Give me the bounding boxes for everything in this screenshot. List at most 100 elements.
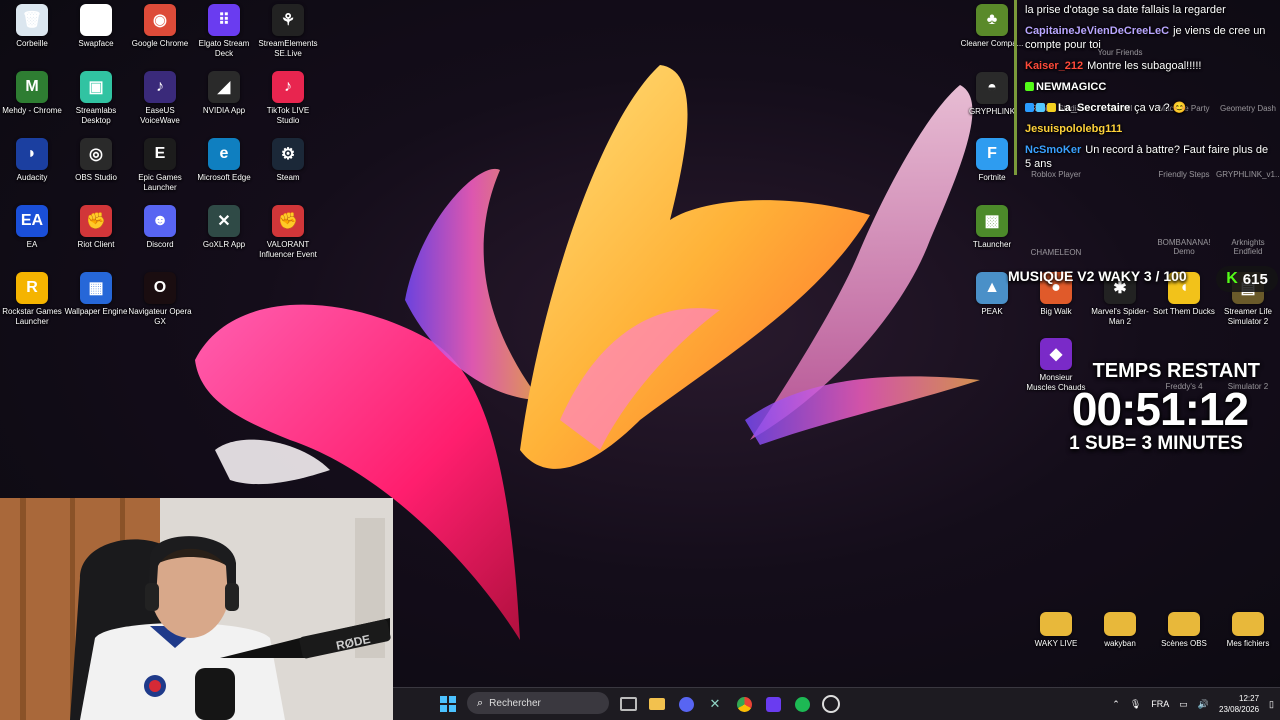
nvidia-icon: ◢ bbox=[208, 71, 240, 103]
desktop-icon[interactable]: ◉ Google Chrome bbox=[128, 4, 192, 49]
chat-message: Jesuispololebg111 bbox=[1014, 119, 1280, 140]
desktop-icon-label: Navigateur Opera GX bbox=[128, 307, 192, 326]
desktop-icon-label: GoXLR App bbox=[202, 240, 246, 249]
desktop-icon[interactable]: O Navigateur Opera GX bbox=[128, 272, 192, 327]
desktop-icon[interactable]: ☻ Discord bbox=[128, 205, 192, 250]
desktop-icon-label: Rockstar Games Launcher bbox=[2, 307, 62, 326]
desktop-icon-label: Corbeille bbox=[16, 39, 48, 48]
desktop-icon-label: EA bbox=[26, 240, 38, 249]
desktop-icon[interactable]: ✊ VALORANT Influencer Event bbox=[256, 205, 320, 260]
desktop-icon[interactable]: ⚘ StreamElements SE.Live bbox=[256, 4, 320, 59]
volume-icon[interactable]: 🔊 bbox=[1198, 699, 1209, 710]
taskbar-goxlr[interactable]: ✕ bbox=[704, 693, 726, 715]
desktop-icon[interactable]: ▩ TLauncher bbox=[960, 205, 1024, 250]
desktop-icon[interactable]: ◐ Swapface bbox=[64, 4, 128, 49]
desktop-icon[interactable]: M Mehdy - Chrome bbox=[0, 71, 64, 116]
taskbar-obs[interactable] bbox=[820, 693, 842, 715]
clock-date: 23/08/2026 bbox=[1219, 705, 1260, 714]
desktop-icon[interactable]: R Rockstar Games Launcher bbox=[0, 272, 64, 327]
riot-icon: ✊ bbox=[80, 205, 112, 237]
language-indicator[interactable]: FRA bbox=[1151, 699, 1169, 709]
desktop-icon-label: Epic Games Launcher bbox=[138, 173, 182, 192]
desktop-icon[interactable]: 🗑 Corbeille bbox=[0, 4, 64, 49]
taskbar-search[interactable]: ⌕ Rechercher bbox=[467, 692, 609, 714]
desktop-icon[interactable]: ♪ TikTok LIVE Studio bbox=[256, 71, 320, 126]
stream-chat-overlay: la prise d'otage sa date fallais la rega… bbox=[1014, 0, 1280, 175]
kick-follower-counter: K 615 bbox=[1216, 266, 1278, 292]
riot-icon: ✊ bbox=[272, 205, 304, 237]
steam-icon: ⚙ bbox=[272, 138, 304, 170]
desktop-icon[interactable]: ◎ OBS Studio bbox=[64, 138, 128, 183]
desktop-icon-label: Steam bbox=[276, 173, 300, 182]
chat-username: NEWMAGICC bbox=[1036, 81, 1107, 93]
desktop-icon-label: Mehdy - Chrome bbox=[2, 106, 62, 115]
desktop-icon-label: Scènes OBS bbox=[1161, 639, 1207, 648]
taskbar-stream-deck[interactable] bbox=[762, 693, 784, 715]
notification-icon[interactable]: ▯ bbox=[1269, 699, 1274, 710]
mask-icon: ◐ bbox=[80, 4, 112, 36]
desktop-icon[interactable]: ✊ Riot Client bbox=[64, 205, 128, 250]
epic-games-icon: E bbox=[144, 138, 176, 170]
spotify-icon bbox=[794, 696, 810, 712]
desktop-icon-label: Streamer Life Simulator 2 bbox=[1223, 307, 1273, 326]
taskbar: ⌕ Rechercher ✕ ⌃ 🎙 FRA ▭ 🔊 12:27 23/08/2… bbox=[393, 687, 1280, 720]
desktop-icon[interactable]: ✕ GoXLR App bbox=[192, 205, 256, 250]
stream-deck-icon: ⠿ bbox=[208, 4, 240, 36]
desktop-icon[interactable]: ⚙ Steam bbox=[256, 138, 320, 183]
obs-icon: ◎ bbox=[80, 138, 112, 170]
desktop-icon[interactable]: EA EA bbox=[0, 205, 64, 250]
folder-icon bbox=[649, 698, 665, 710]
goxlr-icon: ✕ bbox=[709, 696, 721, 711]
background-label: Arknights Endfield bbox=[1231, 238, 1265, 256]
clock[interactable]: 12:27 23/08/2026 bbox=[1219, 693, 1259, 715]
desktop-icon[interactable]: ⠿ Elgato Stream Deck bbox=[192, 4, 256, 59]
task-view-button[interactable] bbox=[617, 693, 639, 715]
desktop-icon[interactable]: ◗ Audacity bbox=[0, 138, 64, 183]
taskbar-chrome[interactable] bbox=[733, 693, 755, 715]
desktop-icon-label: Wallpaper Engine bbox=[64, 307, 128, 316]
desktop-icon[interactable]: Mes fichiers bbox=[1216, 606, 1280, 649]
start-button[interactable] bbox=[437, 693, 459, 715]
system-tray: ⌃ 🎙 FRA ▭ 🔊 12:27 23/08/2026 ▯ bbox=[1112, 688, 1274, 720]
desktop-icon[interactable]: ◢ NVIDIA App bbox=[192, 71, 256, 116]
desktop-icon[interactable]: E Epic Games Launcher bbox=[128, 138, 192, 193]
background-label: BOMBANANA! Demo bbox=[1157, 238, 1211, 256]
gryphlink-icon: ◓ bbox=[976, 72, 1008, 104]
desktop-icon-label: WAKY LIVE bbox=[1034, 639, 1078, 648]
search-icon: ⌕ bbox=[477, 696, 484, 709]
streamlabs-icon: ▣ bbox=[80, 71, 112, 103]
desktop-icon[interactable]: wakyban bbox=[1088, 606, 1152, 649]
desktop-icon-label: Riot Client bbox=[77, 240, 115, 249]
taskbar-file-explorer[interactable] bbox=[646, 693, 668, 715]
desktop-icon-label: Elgato Stream Deck bbox=[198, 39, 250, 58]
taskbar-spotify[interactable] bbox=[791, 693, 813, 715]
chrome-profile-icon: M bbox=[16, 71, 48, 103]
tiktok-icon: ♪ bbox=[272, 71, 304, 103]
chrome-icon bbox=[736, 696, 752, 712]
edge-icon: e bbox=[208, 138, 240, 170]
task-view-icon bbox=[619, 697, 637, 711]
chat-message: la prise d'otage sa date fallais la rega… bbox=[1014, 0, 1280, 21]
desktop-icon-label: wakyban bbox=[1104, 639, 1136, 648]
chat-badge-icon bbox=[1025, 103, 1034, 112]
stream-deck-icon bbox=[765, 696, 781, 712]
chat-text: Montre les subagoal!!!!! bbox=[1087, 60, 1202, 72]
taskbar-discord[interactable] bbox=[675, 693, 697, 715]
desktop-icon-label: NVIDIA App bbox=[202, 106, 246, 115]
chevron-up-icon[interactable]: ⌃ bbox=[1112, 699, 1120, 710]
wallpaper-engine-icon: ▦ bbox=[80, 272, 112, 304]
desktop-icon-label: TikTok LIVE Studio bbox=[266, 106, 310, 125]
desktop-icon[interactable]: e Microsoft Edge bbox=[192, 138, 256, 183]
desktop-icon-label: Sort Them Ducks bbox=[1153, 307, 1215, 316]
desktop-icon-label: OBS Studio bbox=[75, 173, 117, 182]
network-icon[interactable]: ▭ bbox=[1179, 699, 1188, 710]
desktop-icon[interactable]: Scènes OBS bbox=[1152, 606, 1216, 649]
desktop-icon[interactable]: WAKY LIVE bbox=[1024, 606, 1088, 649]
microphone-icon[interactable]: 🎙 bbox=[1130, 699, 1141, 710]
desktop-icon[interactable]: ▦ Wallpaper Engine bbox=[64, 272, 128, 317]
desktop-icon[interactable]: ♪ EaseUS VoiceWave bbox=[128, 71, 192, 126]
desktop-icon[interactable]: ▣ Streamlabs Desktop bbox=[64, 71, 128, 126]
opera-gx-icon: O bbox=[144, 272, 176, 304]
audacity-icon: ◗ bbox=[16, 138, 48, 170]
chat-message: NEWMAGICC bbox=[1014, 77, 1280, 98]
